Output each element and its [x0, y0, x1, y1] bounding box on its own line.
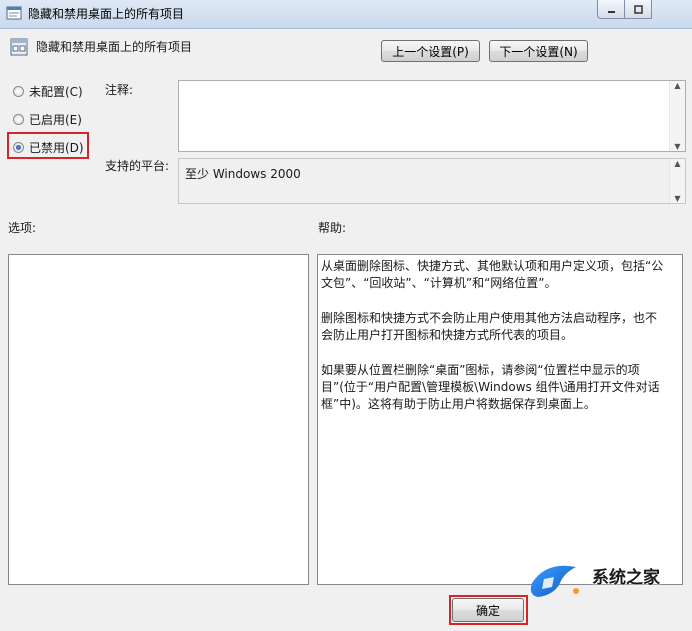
platform-field: 至少 Windows 2000 ▲ ▼ — [178, 158, 686, 204]
annotation-highlight-disabled — [7, 132, 89, 159]
scroll-up-icon[interactable]: ▲ — [674, 81, 680, 90]
maximize-icon — [633, 4, 643, 14]
watermark-text: 系统之家 — [592, 568, 660, 588]
radio-label: 未配置(C) — [29, 85, 83, 99]
help-paragraph: 删除图标和快捷方式不会防止用户使用其他方法启动程序，也不会防止用户打开图标和快捷… — [321, 311, 658, 342]
help-paragraph: 如果要从位置栏删除“桌面”图标，请参阅“位置栏中显示的项目”(位于“用户配置\管… — [321, 363, 660, 411]
platform-label: 支持的平台: — [105, 159, 170, 173]
platform-value: 至少 Windows 2000 — [185, 167, 301, 181]
comment-label: 注释: — [105, 83, 134, 97]
radio-button[interactable] — [13, 86, 24, 97]
comment-scrollbar[interactable]: ▲ ▼ — [669, 81, 685, 151]
radio-button[interactable] — [13, 114, 24, 125]
annotation-highlight-ok — [449, 595, 528, 625]
help-label: 帮助: — [318, 221, 347, 235]
previous-setting-button[interactable]: 上一个设置(P) — [381, 40, 480, 62]
policy-window-icon — [6, 6, 22, 20]
minimize-icon — [607, 10, 615, 13]
policy-dialog: 隐藏和禁用桌面上的所有项目 上一个设置(P) 下一个设置(N) 未配置(C) 已… — [0, 29, 692, 631]
help-paragraph: 从桌面删除图标、快捷方式、其他默认项和用户定义项，包括“公文包”、“回收站”、“… — [321, 259, 664, 290]
scroll-down-icon[interactable]: ▼ — [674, 142, 680, 151]
radio-enabled[interactable]: 已启用(E) — [13, 111, 82, 128]
title-bar: 隐藏和禁用桌面上的所有项目 — [0, 0, 692, 29]
radio-label: 已启用(E) — [29, 113, 82, 127]
window-controls — [597, 0, 652, 20]
next-setting-button[interactable]: 下一个设置(N) — [489, 40, 588, 62]
options-label: 选项: — [8, 221, 37, 235]
policy-setting-icon — [10, 38, 28, 56]
scroll-down-icon[interactable]: ▼ — [674, 194, 680, 203]
help-panel: 从桌面删除图标、快捷方式、其他默认项和用户定义项，包括“公文包”、“回收站”、“… — [317, 254, 683, 585]
platform-scrollbar[interactable]: ▲ ▼ — [669, 159, 685, 203]
window-title: 隐藏和禁用桌面上的所有项目 — [28, 7, 185, 21]
comment-textarea[interactable]: ▲ ▼ — [178, 80, 686, 152]
maximize-button[interactable] — [625, 0, 652, 19]
options-panel — [8, 254, 309, 585]
scroll-up-icon[interactable]: ▲ — [674, 159, 680, 168]
policy-name: 隐藏和禁用桌面上的所有项目 — [36, 40, 193, 54]
radio-not-configured[interactable]: 未配置(C) — [13, 83, 83, 100]
minimize-button[interactable] — [597, 0, 625, 19]
